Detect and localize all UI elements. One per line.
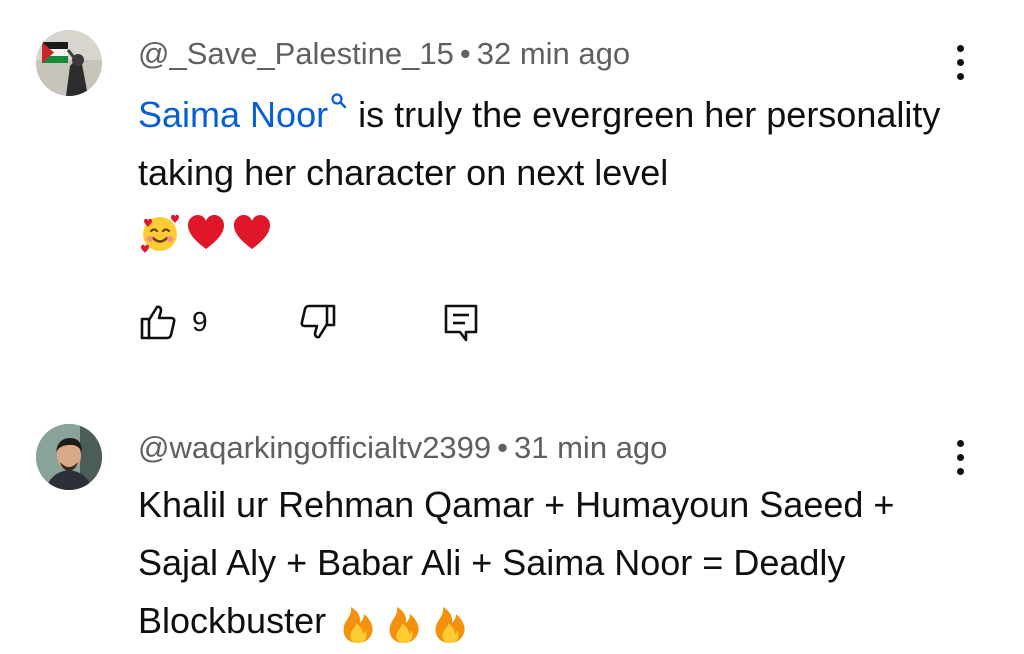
comment-meta: @waqarkingofficialtv2399 • 31 min ago <box>138 428 667 468</box>
more-vert-icon <box>956 44 964 52</box>
timestamp: 31 min ago <box>514 430 668 465</box>
comment-actions: 9 <box>138 300 538 344</box>
more-vert-icon <box>956 439 964 447</box>
timestamp: 32 min ago <box>476 36 631 71</box>
red-heart-icon <box>234 215 270 250</box>
comment-text: Khalil ur Rehman Qamar + Humayoun Saeed … <box>138 476 958 650</box>
comment-body-text: Khalil ur Rehman Qamar + Humayoun Saeed … <box>138 484 895 641</box>
comment: @_Save_Palestine_15 • 32 min ago Saima Noo… <box>0 0 1024 380</box>
meta-separator: • <box>497 430 509 465</box>
meta-separator: • <box>459 36 471 71</box>
smiling-face-with-hearts-icon <box>141 215 179 254</box>
like-count: 9 <box>192 306 208 337</box>
thumbs-up-icon <box>140 305 176 340</box>
thumbs-down-icon <box>300 304 336 339</box>
mention-link[interactable]: Saima Noor <box>138 93 348 135</box>
avatar[interactable] <box>36 30 102 96</box>
dislike-button[interactable] <box>298 300 338 344</box>
avatar[interactable] <box>36 424 102 490</box>
fire-icon <box>343 607 373 644</box>
red-heart-icon <box>188 215 224 250</box>
reply-icon <box>444 304 478 342</box>
like-button[interactable]: 9 <box>138 300 208 344</box>
author-handle[interactable]: @waqarkingofficialtv2399 <box>138 430 491 465</box>
search-icon <box>331 93 347 109</box>
comment-text: Saima Noor is truly the evergreen her pe… <box>138 86 958 260</box>
fire-icon <box>435 607 465 644</box>
author-handle[interactable]: @_Save_Palestine_15 <box>138 36 454 71</box>
more-options-button[interactable] <box>946 40 974 84</box>
comment: @waqarkingofficialtv2399 • 31 min ago Khal… <box>0 400 1024 654</box>
mention-name: Saima Noor <box>138 94 329 135</box>
fire-icon <box>389 607 419 644</box>
comment-meta: @_Save_Palestine_15 • 32 min ago <box>138 34 630 74</box>
reply-button[interactable] <box>442 300 482 344</box>
more-options-button[interactable] <box>946 435 974 479</box>
